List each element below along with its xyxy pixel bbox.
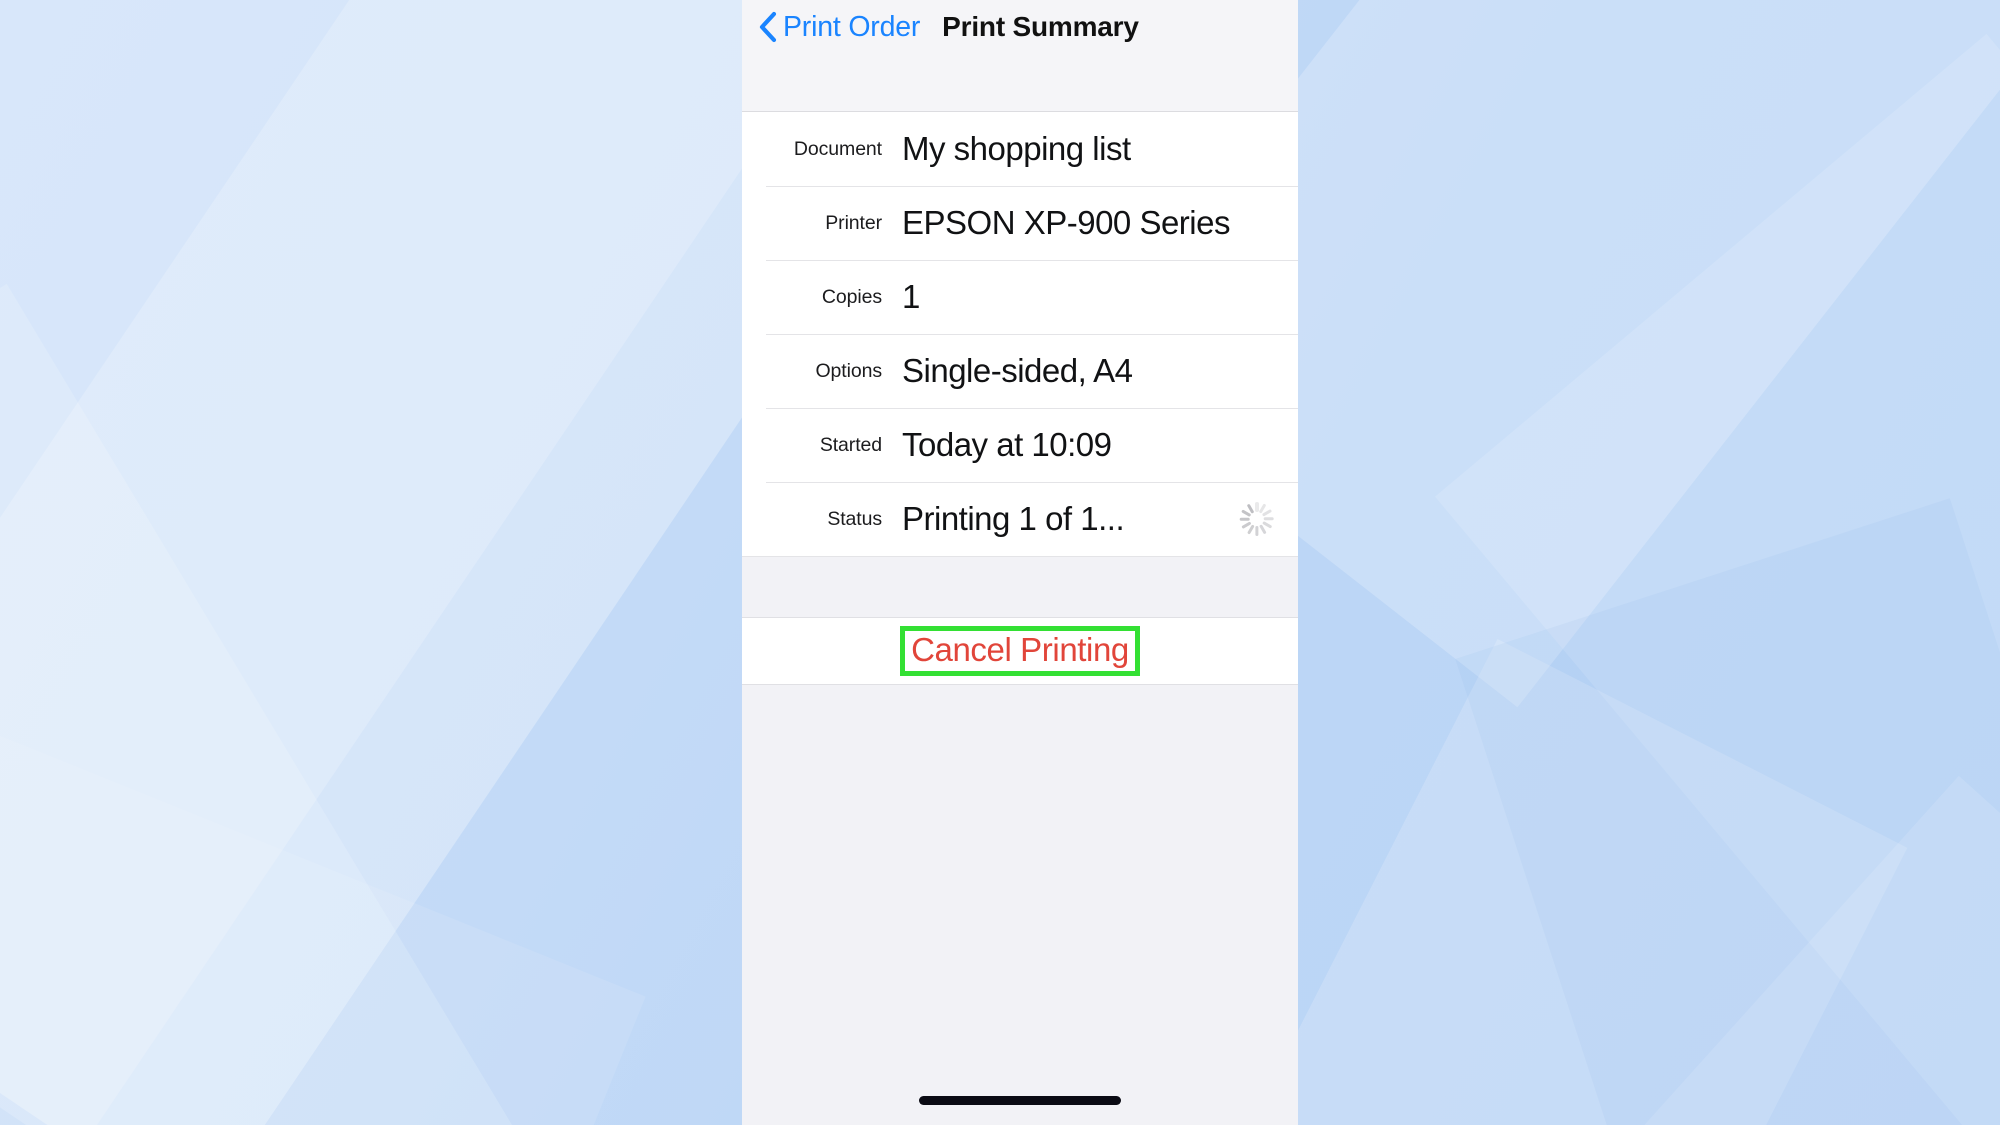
chevron-left-icon [756,10,778,44]
row-value: My shopping list [902,130,1131,167]
row-value: Single-sided, A4 [902,352,1133,389]
row-label: Document [793,137,882,160]
summary-row-document[interactable]: Document My shopping list [742,112,1298,186]
row-label: Printer [825,211,882,234]
row-label: Copies [821,285,882,308]
phone-screen-panel: Print Order Print Summary Document My sh… [742,0,1298,1125]
row-label: Options [815,359,882,382]
row-label: Status [827,507,882,530]
row-label: Started [819,433,882,456]
page-title: Print Summary [942,11,1139,42]
row-value: 1 [902,278,920,315]
home-indicator-bar[interactable] [919,1096,1121,1105]
row-value: Today at 10:09 [902,426,1112,463]
screen-root: Print Order Print Summary Document My sh… [0,0,2000,1125]
home-indicator-area [742,1083,1298,1125]
cancel-printing-label: Cancel Printing [911,630,1129,668]
cancel-printing-row[interactable]: Cancel Printing [742,618,1298,685]
empty-area [742,685,1298,1083]
print-summary-list: Document My shopping list Printer EPSON … [742,112,1298,557]
navigation-bar: Print Order Print Summary [742,0,1298,112]
row-value: Printing 1 of 1... [902,500,1125,537]
summary-row-options[interactable]: Options Single-sided, A4 [742,334,1298,408]
cancel-printing-button[interactable]: Cancel Printing [900,625,1140,677]
summary-row-started[interactable]: Started Today at 10:09 [742,408,1298,482]
summary-row-status[interactable]: Status Printing 1 of 1... [742,482,1298,556]
summary-row-copies[interactable]: Copies 1 [742,260,1298,334]
row-value: EPSON XP-900 Series [902,204,1230,241]
back-button-label: Print Order [783,11,921,43]
summary-row-printer[interactable]: Printer EPSON XP-900 Series [742,186,1298,260]
activity-spinner-icon [1240,502,1275,536]
section-gap [742,557,1298,618]
back-button[interactable]: Print Order [756,10,920,44]
